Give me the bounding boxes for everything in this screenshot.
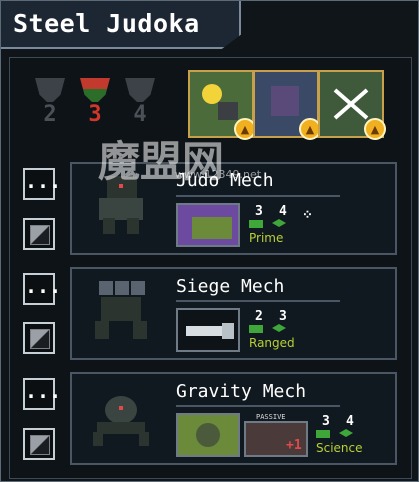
pilot-slot-2[interactable]: 2: [35, 78, 65, 134]
pilot-level: 4: [133, 102, 147, 127]
squad-title: Steel Judoka: [13, 9, 200, 38]
siege-mech-icon: [95, 281, 147, 339]
mech-name: Gravity Mech: [176, 381, 307, 402]
pilot-slot-4[interactable]: 4: [125, 78, 155, 134]
hp-value: 3: [322, 414, 330, 429]
gold-medal-icon: ▲: [364, 118, 386, 140]
pilot-level: 3: [88, 102, 102, 127]
pilot-trophy-icon: [35, 78, 65, 102]
color-swatch-icon: [30, 225, 50, 245]
mech-class: Ranged: [249, 336, 295, 350]
divider: [176, 405, 340, 407]
weapon-slot[interactable]: [176, 413, 240, 457]
grav-well-icon: [178, 415, 238, 455]
weapon-slot[interactable]: [176, 308, 240, 352]
mech-1-menu-button[interactable]: ...: [23, 168, 61, 200]
move-value: 4: [279, 204, 287, 219]
divider: [176, 300, 340, 302]
color-swatch-icon: [30, 435, 50, 455]
gravity-mech-icon: [93, 396, 149, 446]
achievement-3[interactable]: ▲: [318, 70, 386, 140]
achievement-2[interactable]: ▲: [253, 70, 321, 140]
mech-3-color-button[interactable]: [23, 428, 55, 460]
dots-icon: ⁘: [302, 208, 313, 223]
health-icon: [316, 430, 330, 438]
mech-name: Siege Mech: [176, 276, 285, 297]
pilot-slot-3[interactable]: 3: [80, 78, 110, 134]
health-icon: [249, 220, 263, 228]
mech-2-color-button[interactable]: [23, 322, 55, 354]
hp-value: 2: [255, 309, 263, 324]
watermark-url: www.12349.net: [175, 168, 262, 181]
mech-2-menu-button[interactable]: ...: [23, 273, 61, 305]
passive-bonus: +1: [286, 438, 302, 453]
hp-value: 3: [255, 204, 263, 219]
mech-class: Prime: [249, 231, 284, 245]
health-icon: [249, 325, 263, 333]
color-swatch-icon: [30, 329, 50, 349]
divider: [176, 195, 340, 197]
pilot-trophy-icon: [125, 78, 155, 102]
move-value: 4: [346, 414, 354, 429]
mech-3-menu-button[interactable]: ...: [23, 378, 61, 410]
move-value: 3: [279, 309, 287, 324]
pilot-level: 2: [43, 102, 57, 127]
weapon-slot[interactable]: [176, 203, 240, 247]
mech-class: Science: [316, 441, 363, 455]
passive-label: PASSIVE: [256, 413, 286, 421]
artillery-cannon-icon: [186, 323, 234, 339]
mech-1-color-button[interactable]: [23, 218, 55, 250]
vice-fist-icon: [178, 205, 238, 245]
pilot-trophy-icon: [80, 78, 110, 102]
